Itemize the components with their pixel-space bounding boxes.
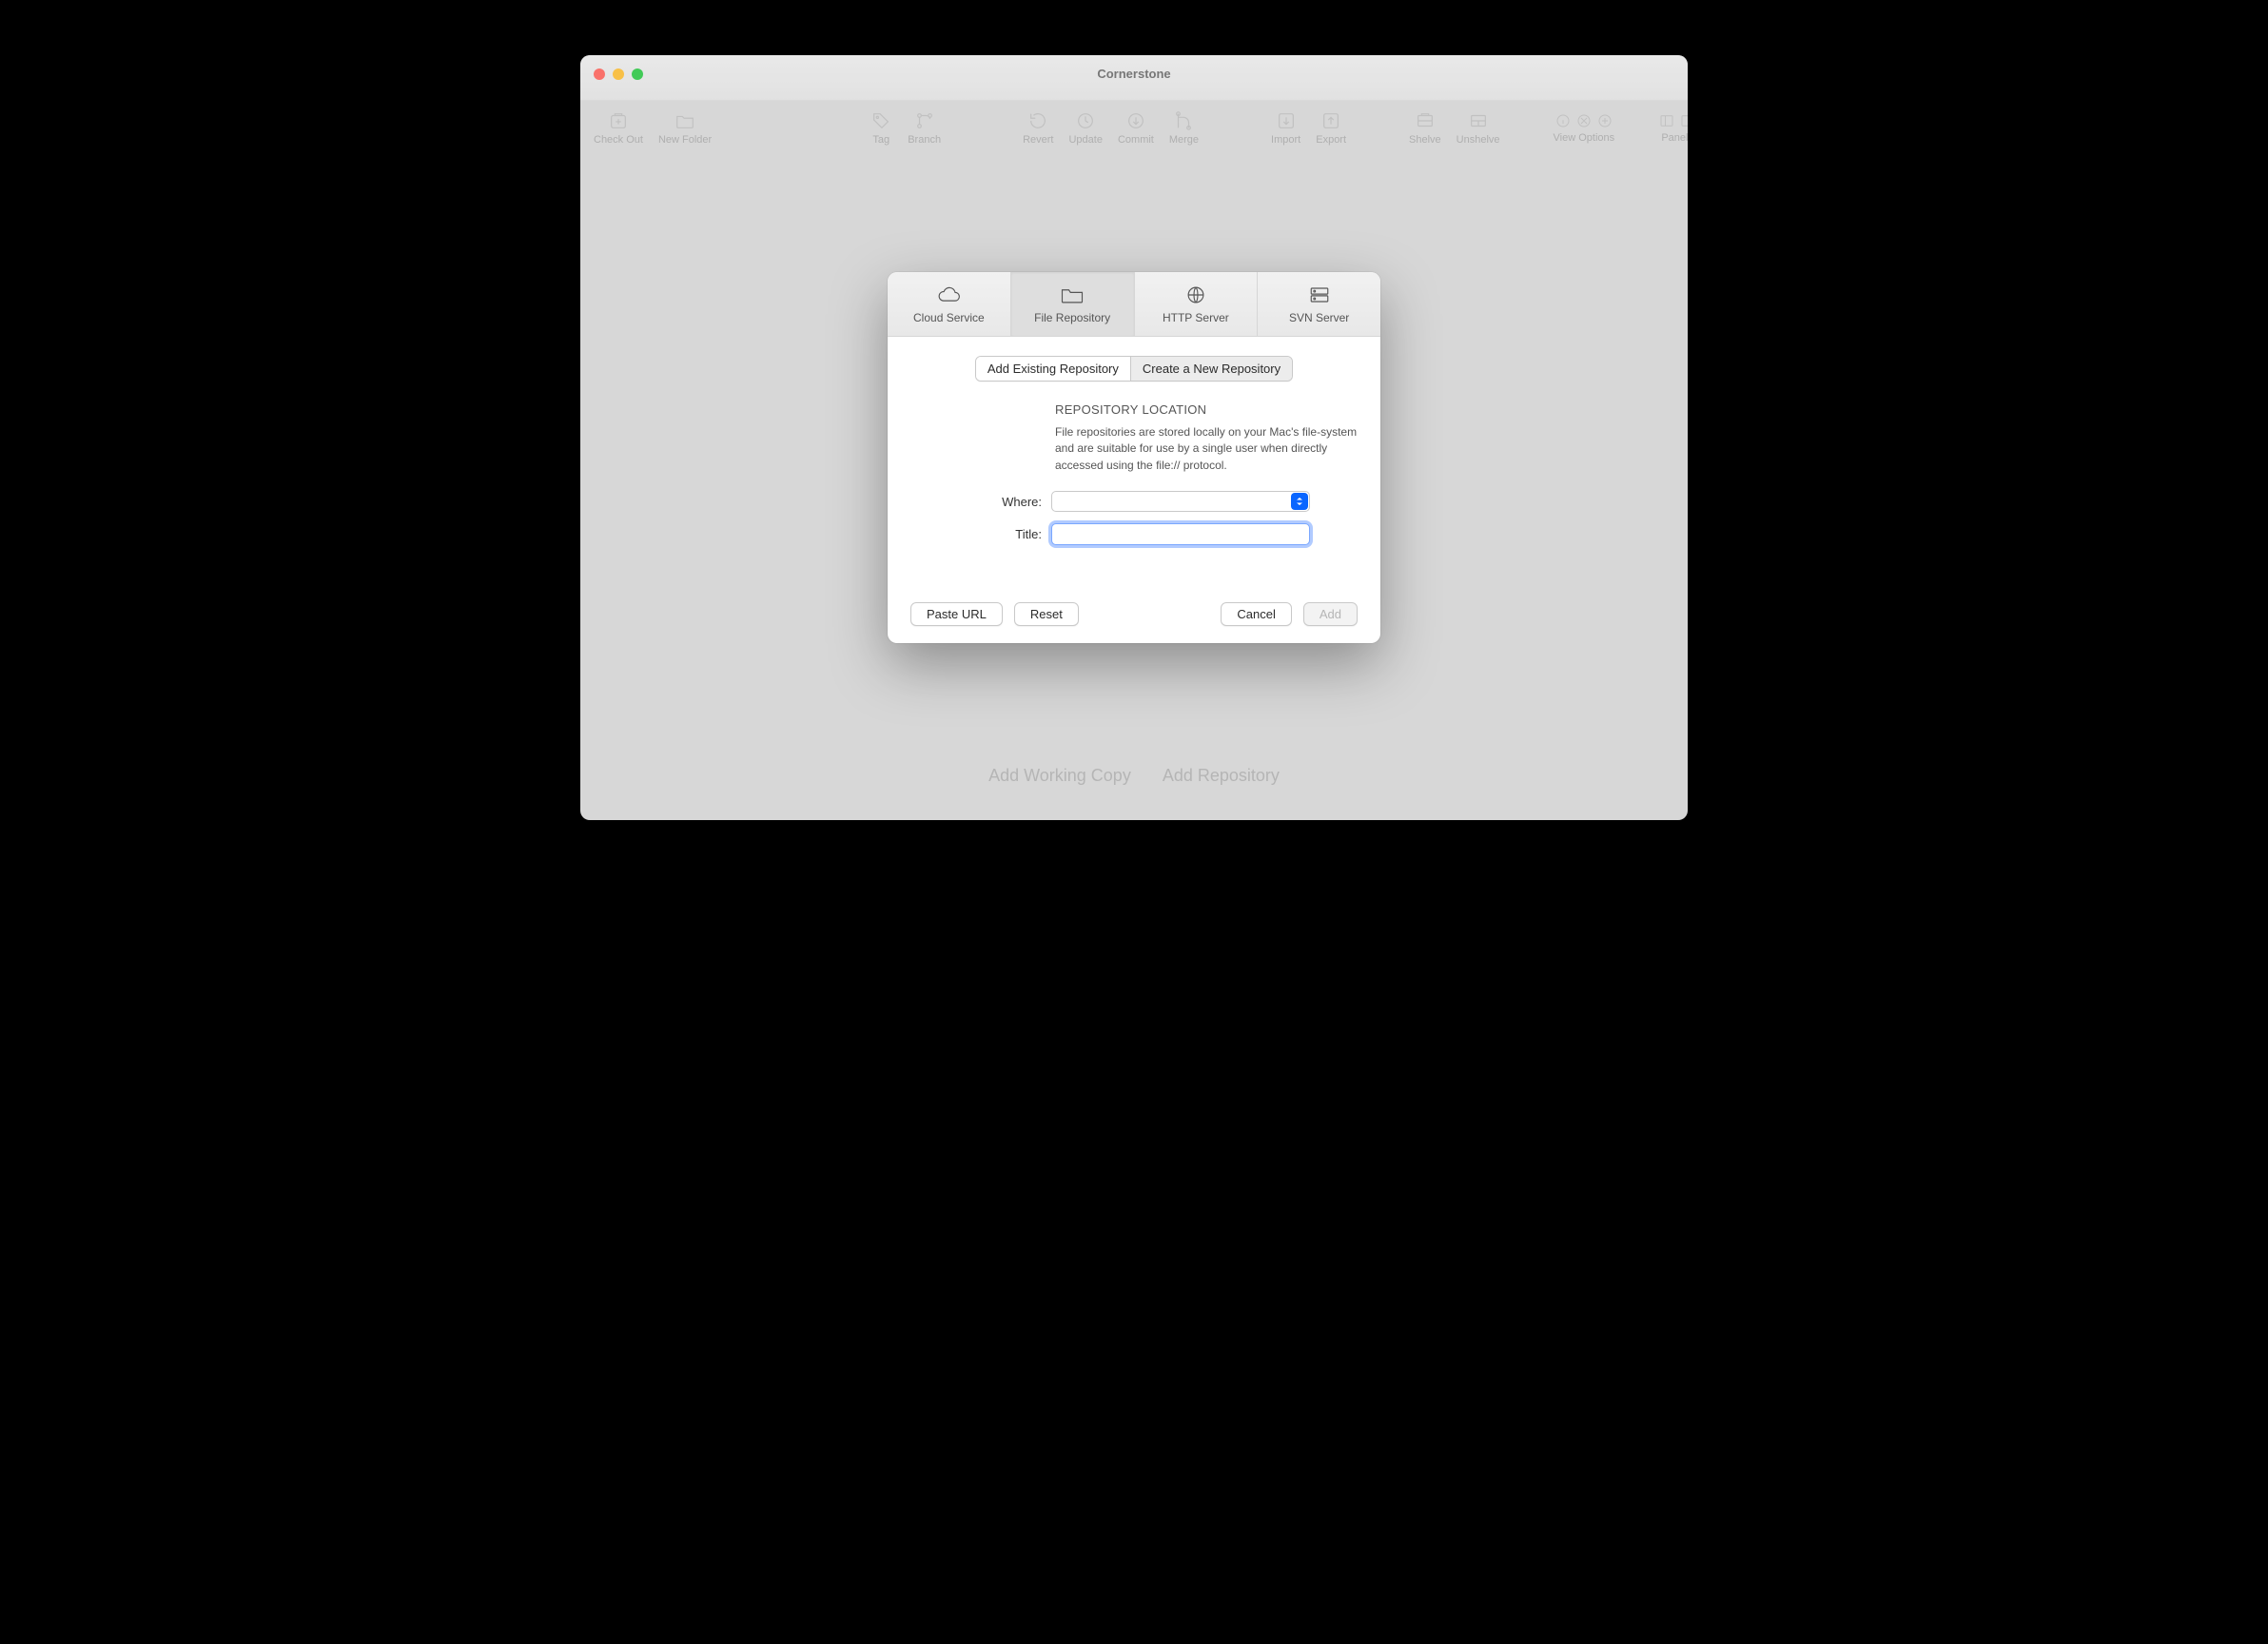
where-value	[1051, 491, 1310, 512]
globe-icon	[1183, 284, 1209, 305]
tab-file-repository-label: File Repository	[1034, 311, 1110, 324]
folder-icon	[1059, 284, 1085, 305]
tab-svn-server-label: SVN Server	[1289, 311, 1349, 324]
add-icon	[1596, 112, 1613, 129]
toolbar-unshelve[interactable]: Unshelve	[1449, 107, 1508, 146]
panel-left-icon	[1658, 112, 1675, 129]
toolbar: Check Out New Folder Tag Branch Revert	[580, 101, 1688, 152]
toolbar-new-folder[interactable]: New Folder	[651, 107, 719, 146]
tab-file-repository[interactable]: File Repository	[1011, 272, 1135, 336]
unshelve-icon	[1468, 110, 1489, 131]
app-window: Cornerstone Check Out New Folder Tag Bra…	[580, 55, 1688, 820]
segment-create-new[interactable]: Create a New Repository	[1130, 357, 1292, 381]
toolbar-checkout-label: Check Out	[594, 134, 643, 146]
toolbar-export[interactable]: Export	[1308, 107, 1354, 146]
chevron-up-down-icon	[1291, 493, 1308, 510]
toolbar-import[interactable]: Import	[1263, 107, 1308, 146]
shelve-icon	[1415, 110, 1436, 131]
section-description: File repositories are stored locally on …	[1055, 424, 1358, 474]
app-title: Cornerstone	[580, 67, 1688, 81]
update-icon	[1075, 110, 1096, 131]
commit-icon	[1125, 110, 1146, 131]
toolbar-tag[interactable]: Tag	[862, 107, 900, 146]
section-title: REPOSITORY LOCATION	[1055, 402, 1358, 417]
tab-http-server[interactable]: HTTP Server	[1135, 272, 1259, 336]
tab-cloud-service[interactable]: Cloud Service	[888, 272, 1011, 336]
toolbar-tag-label: Tag	[872, 134, 890, 146]
tab-cloud-service-label: Cloud Service	[913, 311, 985, 324]
panel-right-icon	[1679, 112, 1688, 129]
toolbar-panels-label: Panels	[1661, 132, 1688, 144]
toolbar-unshelve-label: Unshelve	[1457, 134, 1500, 146]
toolbar-import-label: Import	[1271, 134, 1300, 146]
where-label: Where:	[910, 495, 1051, 509]
where-popup-button[interactable]	[1051, 491, 1310, 512]
toolbar-shelve[interactable]: Shelve	[1401, 107, 1449, 146]
add-button[interactable]: Add	[1303, 602, 1358, 626]
paste-url-button[interactable]: Paste URL	[910, 602, 1003, 626]
toolbar-shelve-label: Shelve	[1409, 134, 1441, 146]
toolbar-revert[interactable]: Revert	[1015, 107, 1061, 146]
add-working-copy-link[interactable]: Add Working Copy	[988, 766, 1131, 785]
tab-svn-server[interactable]: SVN Server	[1258, 272, 1380, 336]
toolbar-commit-label: Commit	[1118, 134, 1154, 146]
add-repository-sheet: Cloud Service File Repository HTTP Serve…	[888, 272, 1380, 643]
branch-icon	[914, 110, 935, 131]
empty-state-actions: Add Working Copy Add Repository	[580, 766, 1688, 786]
reset-button[interactable]: Reset	[1014, 602, 1079, 626]
stop-icon	[1575, 112, 1593, 129]
merge-icon	[1173, 110, 1194, 131]
new-folder-icon	[675, 110, 695, 131]
toolbar-update-label: Update	[1068, 134, 1102, 146]
toolbar-new-folder-label: New Folder	[658, 134, 712, 146]
toolbar-merge-label: Merge	[1169, 134, 1199, 146]
repository-mode-segmented: Add Existing Repository Create a New Rep…	[975, 356, 1293, 382]
tab-http-server-label: HTTP Server	[1163, 311, 1229, 324]
info-icon	[1554, 112, 1572, 129]
toolbar-update[interactable]: Update	[1061, 107, 1109, 146]
export-icon	[1320, 110, 1341, 131]
server-icon	[1306, 284, 1333, 305]
tag-icon	[870, 110, 891, 131]
cloud-icon	[935, 284, 962, 305]
title-label: Title:	[910, 527, 1051, 541]
toolbar-panels[interactable]: Panels	[1651, 108, 1688, 144]
toolbar-view-options[interactable]: View Options	[1546, 108, 1623, 144]
toolbar-commit[interactable]: Commit	[1110, 107, 1162, 146]
titlebar: Cornerstone	[580, 55, 1688, 101]
segment-add-existing[interactable]: Add Existing Repository	[976, 357, 1130, 381]
import-icon	[1276, 110, 1297, 131]
toolbar-branch-label: Branch	[908, 134, 941, 146]
toolbar-merge[interactable]: Merge	[1162, 107, 1206, 146]
toolbar-view-options-label: View Options	[1554, 132, 1615, 144]
toolbar-export-label: Export	[1316, 134, 1346, 146]
sheet-button-bar: Paste URL Reset Cancel Add	[888, 574, 1380, 643]
toolbar-revert-label: Revert	[1023, 134, 1053, 146]
toolbar-branch[interactable]: Branch	[900, 107, 948, 146]
title-input[interactable]	[1051, 523, 1310, 545]
connection-type-tabs: Cloud Service File Repository HTTP Serve…	[888, 272, 1380, 337]
add-repository-link[interactable]: Add Repository	[1163, 766, 1280, 785]
cancel-button[interactable]: Cancel	[1221, 602, 1291, 626]
revert-icon	[1027, 110, 1048, 131]
toolbar-checkout[interactable]: Check Out	[586, 107, 651, 146]
checkout-icon	[608, 110, 629, 131]
